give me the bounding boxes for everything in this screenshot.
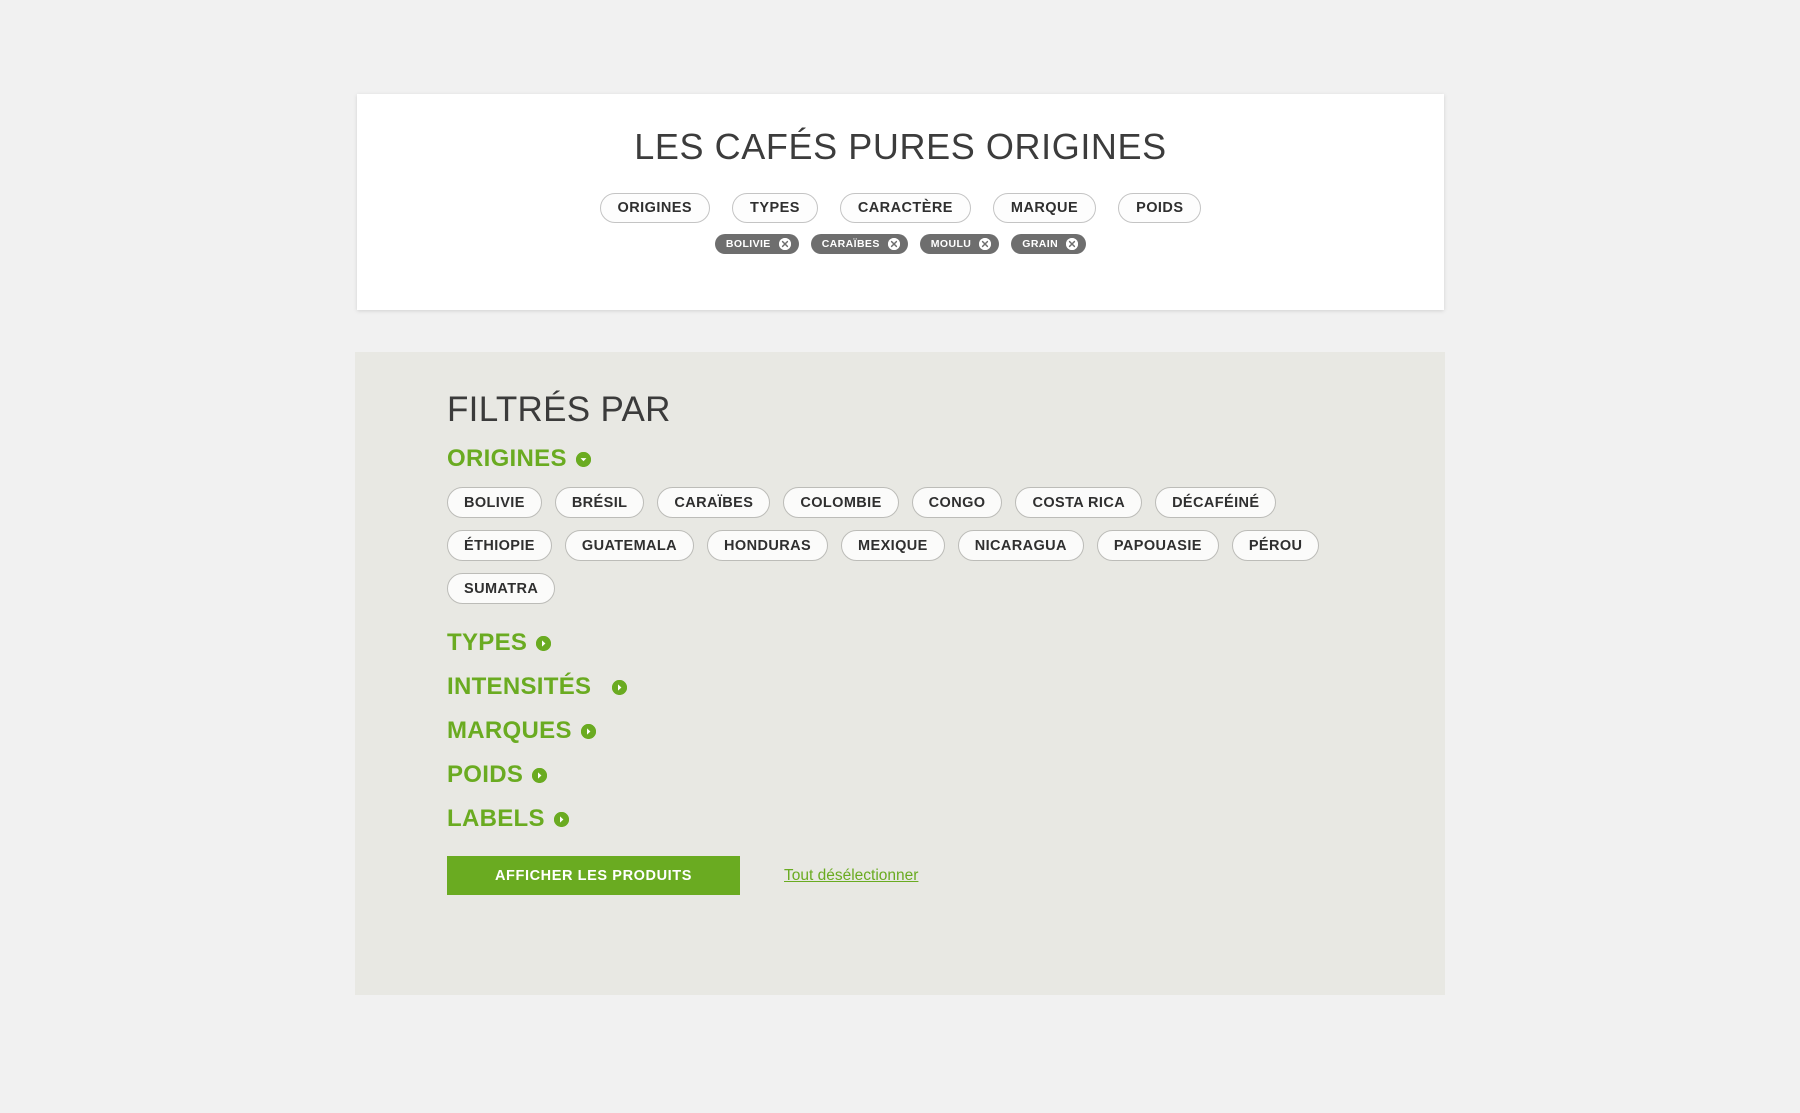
filter-panel: FILTRÉS PAR ORIGINES BOLIVIE BRÉSIL CARA… <box>355 352 1445 995</box>
close-circle-icon[interactable] <box>1066 238 1079 250</box>
filter-group-intensites: INTENSITÉS <box>447 675 1445 699</box>
header-nav: ORIGINES TYPES CARACTÈRE MARQUE POIDS <box>357 193 1444 223</box>
collapsed-filter-groups: TYPES INTENSITÉS MARQUES POIDS LABELS <box>447 631 1445 831</box>
option-colombie[interactable]: COLOMBIE <box>783 487 899 518</box>
filter-group-labels-header[interactable]: LABELS <box>447 807 569 831</box>
selected-chip-caraibes[interactable]: CARAÏBES <box>810 234 908 254</box>
option-costa-rica[interactable]: COSTA RICA <box>1015 487 1143 518</box>
filter-group-label: ORIGINES <box>447 445 567 472</box>
filter-group-origines: ORIGINES BOLIVIE BRÉSIL CARAÏBES COLOMBI… <box>447 447 1445 604</box>
clear-all-link[interactable]: Tout désélectionner <box>784 867 918 885</box>
chevron-right-circle-icon[interactable] <box>612 679 628 695</box>
show-products-button[interactable]: AFFICHER LES PRODUITS <box>447 856 740 895</box>
filter-group-poids: POIDS <box>447 763 1445 787</box>
chevron-down-circle-icon[interactable] <box>575 451 591 467</box>
close-circle-icon[interactable] <box>979 238 992 250</box>
close-circle-icon[interactable] <box>778 238 791 250</box>
option-congo[interactable]: CONGO <box>911 487 1003 518</box>
filter-group-types-header[interactable]: TYPES <box>447 629 552 656</box>
filter-group-poids-header[interactable]: POIDS <box>447 761 548 788</box>
filter-group-marques-header[interactable]: MARQUES <box>447 719 596 743</box>
filter-group-intensites-header[interactable]: INTENSITÉS <box>447 673 628 700</box>
filter-actions: AFFICHER LES PRODUITS Tout désélectionne… <box>447 856 1445 895</box>
filter-group-label: INTENSITÉS <box>447 673 592 700</box>
selected-chip-moulu[interactable]: MOULU <box>919 234 1000 254</box>
selected-chip-grain[interactable]: GRAIN <box>1011 234 1087 254</box>
option-nicaragua[interactable]: NICARAGUA <box>957 530 1084 561</box>
nav-button-origines[interactable]: ORIGINES <box>599 193 711 223</box>
filter-group-label: MARQUES <box>447 717 572 744</box>
option-sumatra[interactable]: SUMATRA <box>447 573 556 604</box>
nav-button-caractere[interactable]: CARACTÈRE <box>839 193 971 223</box>
chip-label: BOLIVIE <box>725 238 771 250</box>
filter-group-types: TYPES <box>447 631 1445 655</box>
nav-button-types[interactable]: TYPES <box>732 193 818 223</box>
filter-group-label: LABELS <box>447 805 545 832</box>
filter-group-labels: LABELS <box>447 807 1445 831</box>
option-bolivie[interactable]: BOLIVIE <box>447 487 542 518</box>
chevron-right-circle-icon[interactable] <box>553 811 569 827</box>
nav-button-marque[interactable]: MARQUE <box>992 193 1097 223</box>
option-mexique[interactable]: MEXIQUE <box>841 530 945 561</box>
chevron-right-circle-icon[interactable] <box>532 767 548 783</box>
filter-group-marques: MARQUES <box>447 719 1445 743</box>
close-circle-icon[interactable] <box>887 238 900 250</box>
option-decafeine[interactable]: DÉCAFÉINÉ <box>1155 487 1277 518</box>
option-honduras[interactable]: HONDURAS <box>707 530 829 561</box>
filter-panel-title: FILTRÉS PAR <box>447 390 671 429</box>
origines-options: BOLIVIE BRÉSIL CARAÏBES COLOMBIE CONGO C… <box>447 487 1347 604</box>
chevron-right-circle-icon[interactable] <box>580 723 596 739</box>
selected-filter-chips: BOLIVIE CARAÏBES MOULU GRAIN <box>357 234 1444 254</box>
filter-group-origines-header[interactable]: ORIGINES <box>447 447 591 471</box>
chevron-right-circle-icon[interactable] <box>536 635 552 651</box>
option-ethiopie[interactable]: ÉTHIOPIE <box>447 530 552 561</box>
page-root: LES CAFÉS PURES ORIGINES ORIGINES TYPES … <box>0 0 1800 1113</box>
filter-group-label: TYPES <box>447 629 528 656</box>
selected-chip-bolivie[interactable]: BOLIVIE <box>714 234 799 254</box>
chip-label: CARAÏBES <box>821 238 880 250</box>
filter-group-label: POIDS <box>447 761 524 788</box>
option-caraibes[interactable]: CARAÏBES <box>657 487 771 518</box>
option-papouasie[interactable]: PAPOUASIE <box>1096 530 1219 561</box>
nav-button-poids[interactable]: POIDS <box>1118 193 1202 223</box>
chip-label: GRAIN <box>1022 238 1059 250</box>
chip-label: MOULU <box>930 238 972 250</box>
header-card: LES CAFÉS PURES ORIGINES ORIGINES TYPES … <box>357 94 1444 310</box>
option-perou[interactable]: PÉROU <box>1231 530 1320 561</box>
option-bresil[interactable]: BRÉSIL <box>554 487 645 518</box>
page-title: LES CAFÉS PURES ORIGINES <box>634 126 1167 167</box>
option-guatemala[interactable]: GUATEMALA <box>564 530 695 561</box>
